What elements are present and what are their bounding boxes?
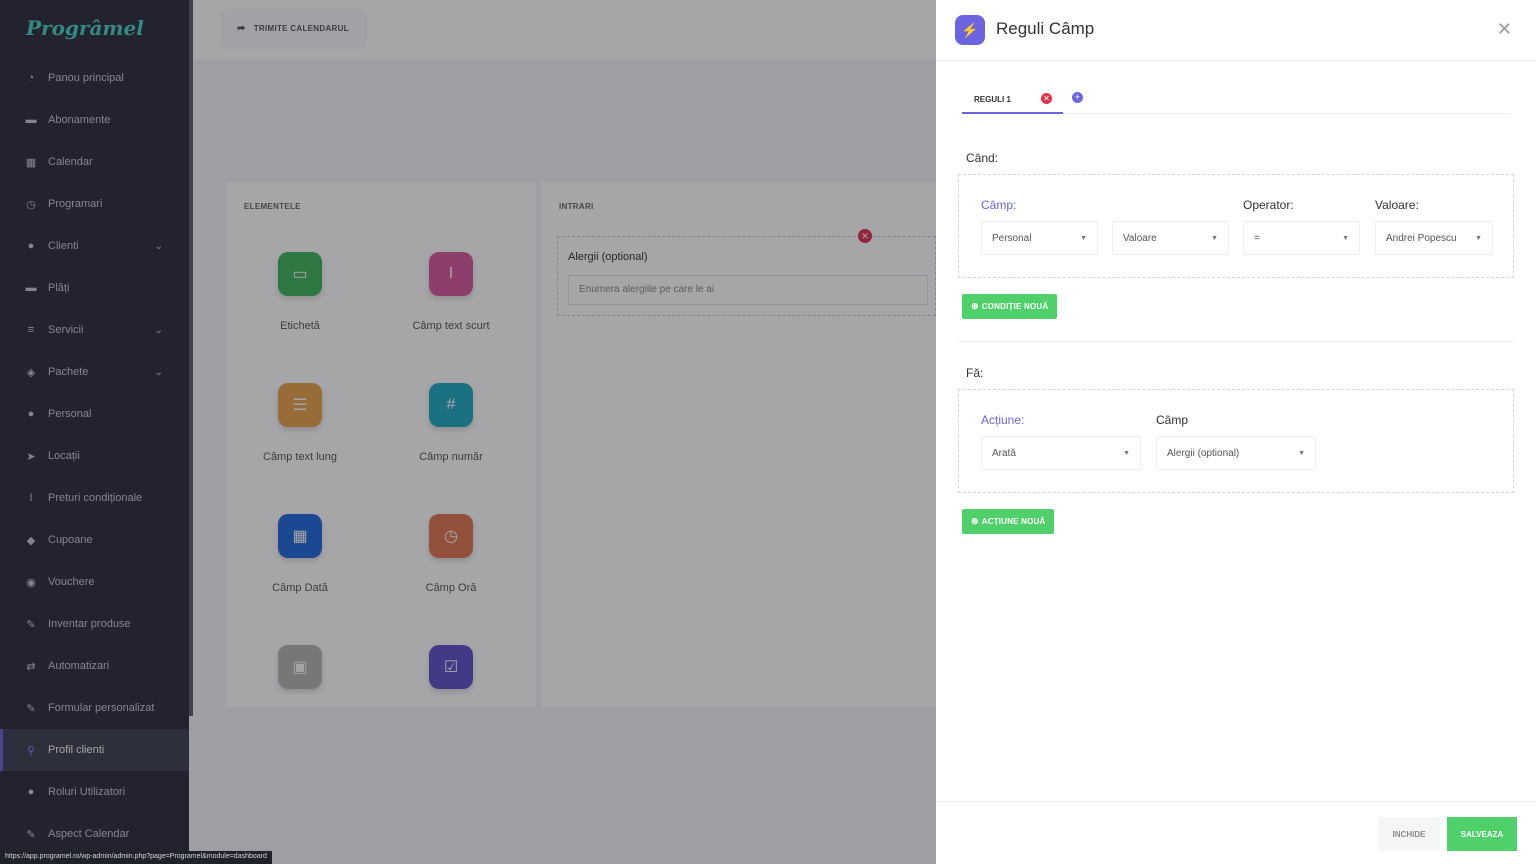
add-tab-icon[interactable]: + <box>1072 92 1083 103</box>
value-select[interactable]: Andrei Popescu ▼ <box>1375 221 1493 255</box>
new-action-label: ACȚIUNE NOUĂ <box>981 517 1046 526</box>
new-condition-button[interactable]: ⊕ CONDIȚIE NOUĂ <box>962 294 1058 319</box>
modal-title: Reguli Câmp <box>996 19 1095 38</box>
lightning-icon: ⚡ <box>955 15 985 45</box>
select-value: = <box>1254 232 1260 244</box>
value-label: Valoare: <box>1375 198 1419 212</box>
caret-down-icon: ▼ <box>1080 234 1087 242</box>
action-field-select[interactable]: Alergii (optional) ▼ <box>1156 436 1316 470</box>
select-value: Arată <box>992 447 1016 459</box>
field-rules-modal: ⚡ Reguli Câmp ✕ REGULI 1 ✕ + Când: Câmp:… <box>936 0 1536 864</box>
modal-header: ⚡ Reguli Câmp ✕ <box>936 0 1536 61</box>
condition-subvalue-select[interactable]: Valoare ▼ <box>1112 221 1229 255</box>
caret-down-icon: ▼ <box>1475 234 1482 242</box>
condition-field-label: Câmp: <box>981 198 1017 212</box>
do-label: Fă: <box>966 366 984 380</box>
new-condition-label: CONDIȚIE NOUĂ <box>981 302 1049 311</box>
tab-label: REGULI 1 <box>974 95 1011 104</box>
action-box: Acțiune: Câmp Arată ▼ Alergii (optional)… <box>958 389 1514 493</box>
remove-tab-icon[interactable]: ✕ <box>1041 93 1052 104</box>
caret-down-icon: ▼ <box>1123 449 1130 457</box>
operator-select[interactable]: = ▼ <box>1243 221 1360 255</box>
select-value: Valoare <box>1123 232 1157 244</box>
select-value: Alergii (optional) <box>1167 447 1240 459</box>
select-value: Andrei Popescu <box>1386 232 1457 244</box>
caret-down-icon: ▼ <box>1342 234 1349 242</box>
condition-field-select[interactable]: Personal ▼ <box>981 221 1098 255</box>
close-button[interactable]: INCHIDE <box>1378 817 1440 851</box>
tab-rule-1[interactable]: REGULI 1 ✕ <box>962 86 1063 114</box>
action-select[interactable]: Arată ▼ <box>981 436 1141 470</box>
new-action-button[interactable]: ⊕ ACȚIUNE NOUĂ <box>962 509 1055 534</box>
modal-backdrop[interactable] <box>0 0 936 864</box>
action-field-label: Câmp <box>1156 413 1189 427</box>
caret-down-icon: ▼ <box>1298 449 1305 457</box>
condition-box: Câmp: Operator: Valoare: Personal ▼ Valo… <box>958 174 1514 278</box>
modal-footer: INCHIDE SALVEAZA <box>936 801 1536 864</box>
caret-down-icon: ▼ <box>1211 234 1218 242</box>
rules-tabs: REGULI 1 ✕ + <box>962 86 1510 114</box>
section-divider <box>958 341 1514 342</box>
action-label: Acțiune: <box>981 413 1025 427</box>
plus-circle-icon: ⊕ <box>971 516 979 526</box>
operator-label: Operator: <box>1243 198 1294 212</box>
close-icon[interactable]: ✕ <box>1497 19 1512 40</box>
status-url: https://app.programel.ro/wp-admin/admin.… <box>0 851 272 864</box>
plus-circle-icon: ⊕ <box>971 301 979 311</box>
select-value: Personal <box>992 232 1032 244</box>
when-label: Când: <box>966 151 999 165</box>
save-button[interactable]: SALVEAZA <box>1447 817 1517 851</box>
